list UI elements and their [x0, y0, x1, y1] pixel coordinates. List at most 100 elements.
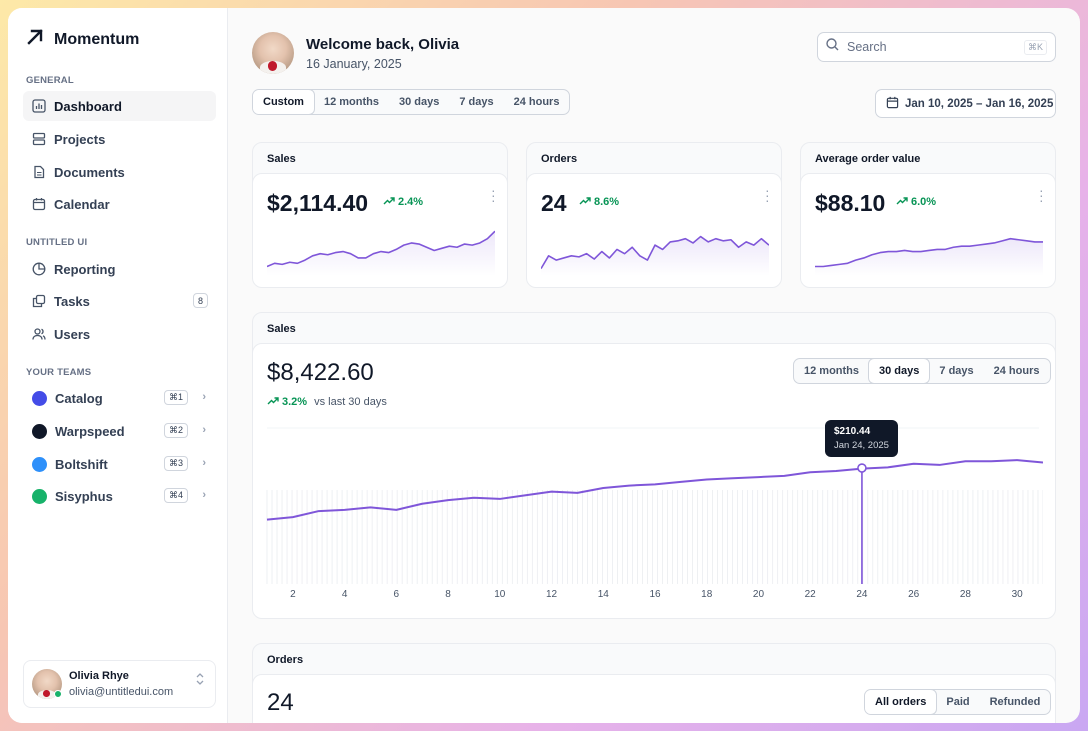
- filter-paid[interactable]: Paid: [936, 690, 979, 714]
- range-12-months[interactable]: 12 months: [314, 90, 389, 114]
- trend-up-icon: [383, 196, 395, 208]
- sidebar-item-boltshift[interactable]: Boltshift ⌘3 ›: [23, 449, 216, 479]
- search-icon: [826, 38, 839, 56]
- x-tick-label: 26: [908, 589, 920, 600]
- shortcut-badge: ⌘3: [163, 456, 188, 471]
- highlight-point: [857, 463, 867, 473]
- orders-sparkline: [541, 235, 769, 276]
- chevron-right-icon: ›: [202, 391, 206, 403]
- date-range-picker[interactable]: Jan 10, 2025 – Jan 16, 2025: [875, 89, 1056, 118]
- section-label-untitled-ui: UNTITLED UI: [26, 237, 88, 248]
- x-tick-label: 18: [701, 589, 713, 600]
- trend-up-icon: [267, 396, 279, 408]
- sales-sparkline: [267, 230, 495, 276]
- sidebar-item-dashboard[interactable]: Dashboard: [23, 91, 216, 121]
- sidebar: Momentum GENERAL Dashboard Projects Docu…: [8, 8, 228, 723]
- trend-up-icon: [896, 196, 908, 208]
- sidebar-item-label: Catalog: [55, 390, 103, 406]
- x-tick-label: 16: [649, 589, 661, 600]
- filter-all-orders[interactable]: All orders: [865, 690, 938, 714]
- chevron-selector-icon[interactable]: [195, 672, 205, 691]
- trend-badge: 8.6%: [579, 196, 619, 208]
- trend-suffix: vs last 30 days: [314, 396, 387, 408]
- sidebar-item-reporting[interactable]: Reporting: [23, 254, 216, 284]
- aov-sparkline: [815, 237, 1043, 276]
- account-card[interactable]: Olivia Rhye olivia@untitledui.com: [23, 660, 216, 708]
- average-order-value-card: Average order value $88.10 6.0% · · ·: [800, 142, 1056, 288]
- x-tick-label: 30: [1011, 589, 1023, 600]
- sales-total: $8,422.60: [267, 359, 374, 386]
- pie-chart-icon: [32, 262, 46, 276]
- sparkline-area: [267, 231, 495, 276]
- sidebar-item-label: Reporting: [54, 261, 116, 277]
- more-vertical-icon[interactable]: · · ·: [491, 183, 496, 207]
- trend-value: 8.6%: [594, 196, 620, 208]
- range-30-days[interactable]: 30 days: [389, 90, 449, 114]
- metric-value: 24: [541, 190, 567, 216]
- range-7-days[interactable]: 7 days: [449, 90, 503, 114]
- range-7-days[interactable]: 7 days: [929, 359, 983, 383]
- calendar-icon: [886, 96, 899, 112]
- user-email: olivia@untitledui.com: [69, 686, 174, 698]
- search-input[interactable]: Search ⌘K: [817, 32, 1056, 62]
- sidebar-item-users[interactable]: Users: [23, 319, 216, 349]
- x-tick-label: 6: [393, 589, 400, 600]
- tooltip-value: $210.44: [834, 426, 871, 437]
- chart-tooltip: $210.44 Jan 24, 2025: [825, 420, 898, 457]
- orders-total: 24: [267, 689, 294, 716]
- sidebar-item-tasks[interactable]: Tasks 8: [23, 286, 216, 316]
- trend-value: 2.4%: [398, 196, 424, 208]
- main-content: Welcome back, Olivia 16 January, 2025 Se…: [228, 8, 1080, 723]
- x-tick-label: 8: [445, 589, 451, 600]
- sidebar-item-catalog[interactable]: Catalog ⌘1 ›: [23, 383, 216, 413]
- range-custom[interactable]: Custom: [253, 90, 315, 114]
- range-12-months[interactable]: 12 months: [794, 359, 869, 383]
- sidebar-item-calendar[interactable]: Calendar: [23, 189, 216, 219]
- card-title: Average order value: [815, 153, 921, 165]
- sales-line-chart[interactable]: [263, 420, 1043, 600]
- sidebar-item-label: Sisyphus: [55, 488, 113, 504]
- metric-value: $88.10: [815, 190, 886, 216]
- x-tick-label: 24: [856, 589, 868, 600]
- app-name: Momentum: [54, 30, 140, 48]
- trend-value: 3.2%: [282, 396, 308, 408]
- sidebar-item-projects[interactable]: Projects: [23, 124, 216, 154]
- x-tick-label: 14: [597, 589, 609, 600]
- range-24-hours[interactable]: 24 hours: [984, 359, 1050, 383]
- sidebar-item-label: Warpspeed: [55, 423, 125, 439]
- range-30-days[interactable]: 30 days: [868, 359, 931, 383]
- orders-card: Orders 24 8.6% · · ·: [526, 142, 782, 288]
- sidebar-item-documents[interactable]: Documents: [23, 157, 216, 187]
- current-date: 16 January, 2025: [306, 57, 402, 71]
- x-tick-label: 10: [494, 589, 506, 600]
- filter-refunded[interactable]: Refunded: [980, 690, 1051, 714]
- sales-range-selector: 12 months 30 days 7 days 24 hours: [793, 358, 1051, 384]
- app-window: Momentum GENERAL Dashboard Projects Docu…: [8, 8, 1080, 723]
- sidebar-item-label: Projects: [54, 131, 106, 147]
- sidebar-item-label: Tasks: [54, 293, 90, 309]
- x-tick-label: 20: [752, 589, 765, 600]
- x-tick-label: 2: [290, 589, 296, 600]
- sidebar-item-label: Boltshift: [55, 456, 108, 472]
- panel-body: 24 All orders Paid Refunded: [253, 674, 1055, 723]
- warpspeed-logo-icon: [32, 423, 47, 439]
- search-shortcut: ⌘K: [1023, 39, 1047, 55]
- card-body: 24 8.6% · · ·: [527, 173, 781, 287]
- arrow-up-right-icon: [26, 28, 44, 51]
- card-body: $88.10 6.0% · · ·: [801, 173, 1055, 287]
- more-vertical-icon[interactable]: · · ·: [765, 183, 770, 207]
- sales-panel: Sales $8,422.60 3.2% vs last 30 days 12 …: [252, 312, 1056, 619]
- header-avatar: [252, 32, 294, 74]
- range-selector: Custom 12 months 30 days 7 days 24 hours: [252, 89, 571, 115]
- sidebar-item-warpspeed[interactable]: Warpspeed ⌘2 ›: [23, 416, 216, 446]
- sidebar-item-sisyphus[interactable]: Sisyphus ⌘4 ›: [23, 481, 216, 511]
- more-vertical-icon[interactable]: · · ·: [1039, 183, 1044, 207]
- online-status-indicator: [54, 690, 62, 698]
- layers-icon: [32, 132, 46, 146]
- user-name: Olivia Rhye: [69, 670, 129, 682]
- range-24-hours[interactable]: 24 hours: [504, 90, 570, 114]
- file-icon: [32, 165, 46, 179]
- tasks-count-badge: 8: [193, 293, 208, 308]
- calendar-icon: [32, 197, 46, 211]
- app-logo[interactable]: Momentum: [26, 28, 139, 51]
